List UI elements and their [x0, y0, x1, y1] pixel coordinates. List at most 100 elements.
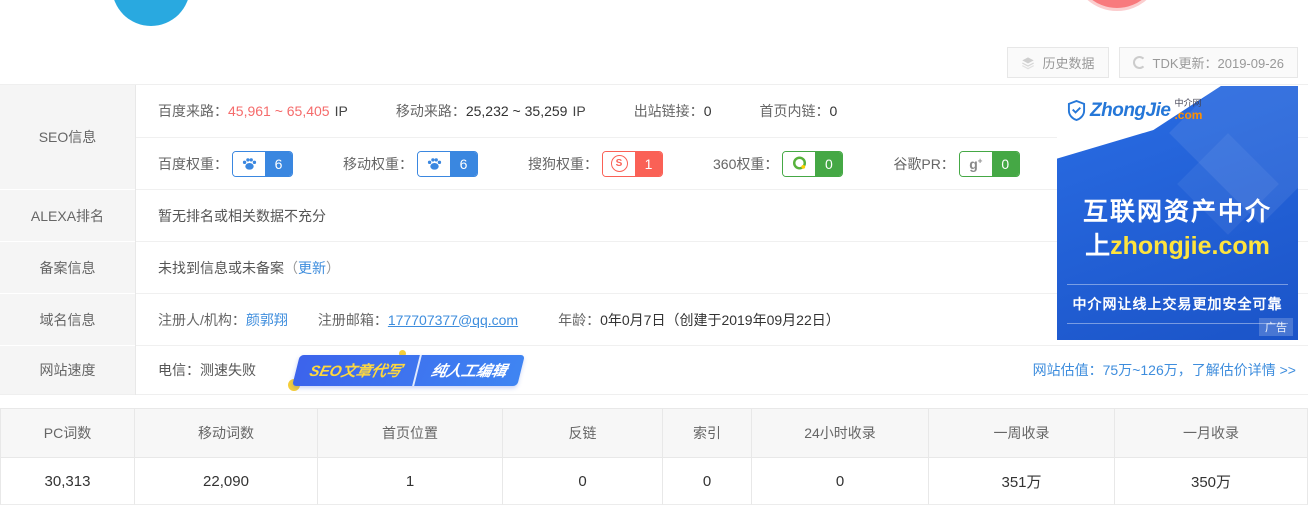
icp-status-text: 未找到信息或未备案	[158, 258, 284, 278]
info-label-column: SEO信息 ALEXA排名 备案信息 域名信息 网站速度	[0, 85, 135, 395]
mobile-weight-badge[interactable]: 6	[417, 151, 478, 177]
google-pr-badge[interactable]: g+ 0	[959, 151, 1020, 177]
mobile-traffic-label: 移动来路：	[396, 101, 466, 121]
ad-banner-zhongjie[interactable]: ZhongJie 中介网 .com 互联网资产中介 上zhongjie.com …	[1057, 86, 1298, 340]
zhongjie-logo: ZhongJie 中介网 .com	[1067, 99, 1202, 122]
baidu-weight-label: 百度权重：	[158, 154, 228, 174]
registrant-email-link[interactable]: 177707377@qq.com	[388, 312, 518, 328]
registrant-link[interactable]: 颜郭翔	[246, 310, 288, 330]
alexa-value: 暂无排名或相关数据不充分	[158, 206, 326, 226]
baidu-traffic-unit: IP	[335, 103, 348, 119]
row-label-seo: SEO信息	[0, 85, 135, 190]
sogou-weight: 搜狗权重： S 1	[528, 151, 663, 177]
stats-header-month-collected: 一月收录	[1115, 408, 1308, 458]
paren-open: （	[284, 258, 298, 278]
seo-article-promo-banner[interactable]: SEO文章代写 纯人工编辑	[296, 355, 521, 386]
mobile-weight-label: 移动权重：	[343, 154, 413, 174]
seo-overview-page: 历史数据 TDK更新：2019-09-26 SEO信息 ALEXA排名 备案信息…	[0, 0, 1308, 511]
google-pr-label: 谷歌PR：	[893, 154, 954, 174]
row-label-alexa: ALEXA排名	[0, 190, 135, 242]
so360-weight-value: 0	[815, 152, 842, 176]
homepage-inlinks: 首页内链： 0	[759, 101, 837, 121]
outbound-links-value: 0	[704, 103, 712, 119]
baidu-traffic: 百度来路： 45,961 ~ 65,405 IP	[158, 101, 348, 121]
telecom-speed-status: 电信：测速失败	[158, 360, 256, 380]
promo-left-text: SEO文章代写	[292, 355, 421, 386]
domain-age-label: 年龄：	[558, 310, 600, 330]
keyword-stats-table: PC词数 移动词数 首页位置 反链 索引 24小时收录 一周收录 一月收录 30…	[0, 408, 1308, 505]
stats-value-month-collected: 350万	[1115, 458, 1308, 505]
stats-header-pc-words: PC词数	[0, 408, 135, 458]
mobile-traffic-value: 25,232 ~ 35,259	[466, 103, 568, 119]
speed-row: 电信：测速失败 SEO文章代写 纯人工编辑 网站估值：75万~126万，了解估价…	[136, 346, 1308, 395]
so360-weight-label: 360权重：	[713, 154, 778, 174]
ad-domain-prefix: 上	[1085, 232, 1110, 260]
refresh-icon	[1133, 56, 1146, 69]
stats-header-24h-collected: 24小时收录	[752, 408, 929, 458]
google-pr-value: 0	[992, 152, 1019, 176]
stats-header-backlinks: 反链	[503, 408, 663, 458]
baidu-traffic-value: 45,961 ~ 65,405	[228, 103, 330, 119]
mobile-traffic-unit: IP	[572, 103, 585, 119]
registrant-email: 注册邮箱： 177707377@qq.com	[318, 310, 518, 330]
promo-body: SEO文章代写 纯人工编辑	[292, 355, 524, 386]
mobile-weight: 移动权重： 6	[343, 151, 478, 177]
stats-value-row: 30,313 22,090 1 0 0 0 351万 350万	[0, 458, 1308, 505]
mobile-traffic: 移动来路： 25,232 ~ 35,259 IP	[396, 101, 586, 121]
history-data-label: 历史数据	[1042, 53, 1094, 72]
sogou-s-icon: S	[603, 152, 635, 176]
sogou-weight-value: 1	[635, 152, 662, 176]
partial-logo-pink-circle	[1072, 0, 1162, 11]
baidu-weight-value: 6	[265, 152, 292, 176]
stats-header-mobile-words: 移动词数	[135, 408, 318, 458]
registrant: 注册人/机构： 颜郭翔	[158, 310, 288, 330]
tdk-update-button[interactable]: TDK更新：2019-09-26	[1119, 47, 1299, 78]
ad-headline: 互联网资产中介	[1057, 192, 1298, 228]
stats-value-week-collected: 351万	[929, 458, 1115, 505]
promo-right-text: 纯人工编辑	[414, 355, 525, 386]
stats-value-mobile-words: 22,090	[135, 458, 318, 505]
ad-label-badge: 广告	[1259, 318, 1293, 336]
brand-name: ZhongJie	[1090, 100, 1170, 122]
ad-domain-line: 上zhongjie.com	[1057, 226, 1298, 262]
toolbar: 历史数据 TDK更新：2019-09-26	[1007, 47, 1298, 78]
google-plus-icon: g+	[960, 152, 992, 176]
shield-icon	[1067, 100, 1086, 121]
stats-value-24h-collected: 0	[752, 458, 929, 505]
homepage-inlinks-value: 0	[829, 103, 837, 119]
baidu-traffic-label: 百度来路：	[158, 101, 228, 121]
so360-weight-badge[interactable]: 0	[782, 151, 843, 177]
stats-header-index: 索引	[663, 408, 752, 458]
registrant-label: 注册人/机构：	[158, 310, 246, 330]
partial-logo-blue-circle	[112, 0, 190, 26]
ad-tagline: 中介网让线上交易更加安全可靠	[1067, 284, 1288, 324]
outbound-links: 出站链接： 0	[634, 101, 712, 121]
site-valuation-link[interactable]: 网站估值：75万~126万，了解估价详情 >>	[1033, 360, 1296, 380]
icp-update-link[interactable]: 更新	[298, 258, 326, 278]
so360-weight: 360权重： 0	[713, 151, 843, 177]
homepage-inlinks-label: 首页内链：	[759, 101, 829, 121]
stats-value-homepage-position: 1	[318, 458, 503, 505]
stats-value-index: 0	[663, 458, 752, 505]
sogou-weight-label: 搜狗权重：	[528, 154, 598, 174]
brand-com: .com	[1174, 109, 1202, 122]
domain-age: 年龄： 0年0月7日（创建于2019年09月22日）	[558, 310, 840, 330]
sogou-weight-badge[interactable]: S 1	[602, 151, 663, 177]
baidu-weight-badge[interactable]: 6	[232, 151, 293, 177]
stats-value-backlinks: 0	[503, 458, 663, 505]
google-pr: 谷歌PR： g+ 0	[893, 151, 1019, 177]
mobile-weight-value: 6	[450, 152, 477, 176]
brand-suffix: 中介网 .com	[1174, 99, 1202, 122]
row-label-icp: 备案信息	[0, 242, 135, 294]
row-label-domain: 域名信息	[0, 294, 135, 346]
row-label-speed: 网站速度	[0, 346, 135, 395]
registrant-email-label: 注册邮箱：	[318, 310, 388, 330]
360-ring-icon	[783, 152, 815, 176]
stats-header-row: PC词数 移动词数 首页位置 反链 索引 24小时收录 一周收录 一月收录	[0, 408, 1308, 458]
paren-close: ）	[326, 258, 340, 278]
history-data-button[interactable]: 历史数据	[1007, 47, 1108, 78]
ad-domain: zhongjie.com	[1110, 232, 1270, 260]
tdk-update-label: TDK更新：2019-09-26	[1153, 53, 1285, 72]
stats-header-week-collected: 一周收录	[929, 408, 1115, 458]
outbound-links-label: 出站链接：	[634, 101, 704, 121]
